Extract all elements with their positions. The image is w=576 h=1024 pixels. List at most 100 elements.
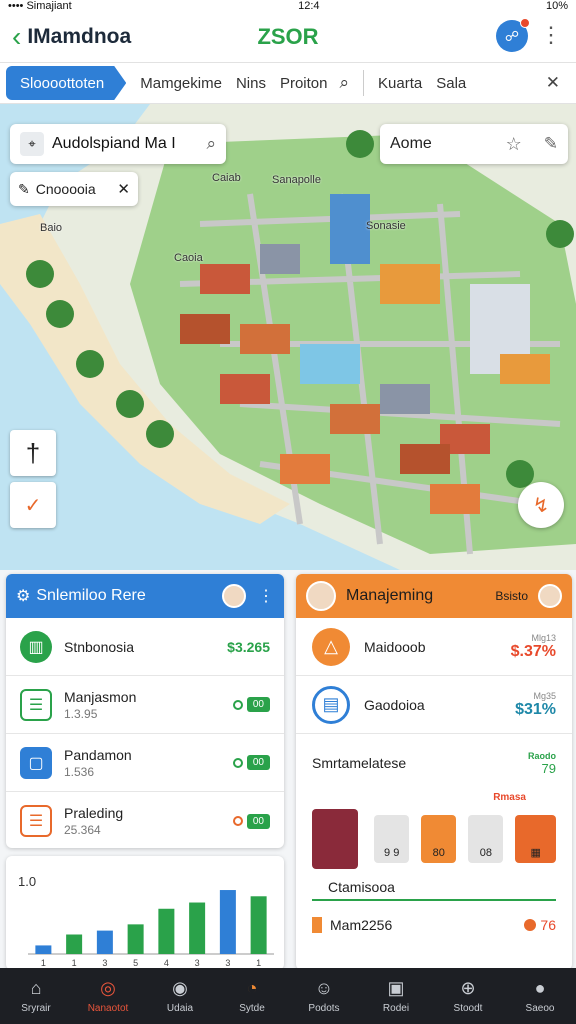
tab-active[interactable]: Sloooottoten — [6, 66, 127, 100]
pie-icon: ◔ — [246, 978, 258, 998]
divider — [363, 70, 365, 96]
document-icon: ▤ — [312, 685, 350, 724]
figure-icon: ☍ — [504, 27, 520, 44]
close-icon[interactable]: ✕ — [546, 73, 560, 93]
place-card[interactable]: Aome ☆ ✎ — [380, 124, 568, 164]
nav-item[interactable]: ◔ Sytde — [216, 968, 288, 1024]
map-search-input[interactable]: ⌖ Audolspiand Ma I ⌕ — [10, 124, 226, 164]
list-item[interactable]: ☰ Manjasmon 1.3.95 00 — [6, 676, 284, 734]
list-item[interactable]: Mam2256 76 — [296, 901, 572, 949]
edit-icon[interactable]: ✎ — [544, 134, 558, 154]
zoom-in-button[interactable]: † — [10, 430, 56, 476]
search-icon[interactable]: ⌕ — [206, 134, 216, 154]
summary-row[interactable]: ▤ Gaodoioa Mg35 $31% — [296, 676, 572, 734]
tiles-label: Rmasa — [493, 792, 526, 803]
qr-icon[interactable]: ▦ — [515, 815, 556, 863]
close-icon[interactable]: ✕ — [117, 180, 130, 198]
summary-row[interactable]: △ Maidooob Mlg13 $.37% — [296, 618, 572, 676]
x-tick-label: 5 — [133, 958, 138, 968]
nav-item[interactable]: ◎ Nanaotot — [72, 968, 144, 1024]
row-small: Mlg13 — [531, 632, 556, 643]
check-icon: ✓ — [24, 494, 42, 517]
map-label: Caiab — [212, 172, 241, 184]
location-pin-icon: ⌖ — [20, 132, 44, 156]
section-num: 79 — [541, 760, 556, 776]
card-header: Manajeming Bsisto — [296, 574, 572, 618]
tab-bar: Sloooottoten Mamgekime Nins Proiton ⌕ Ku… — [0, 62, 576, 104]
list-item[interactable]: ▥ Stnbonosia $3.265 — [6, 618, 284, 676]
compass-icon: ◉ — [172, 978, 188, 998]
directions-button[interactable]: ↯ — [518, 482, 564, 528]
place-name: Aome — [390, 135, 432, 152]
bar-chart: 1.0 1 1 3 5 4 3 3 1 — [18, 874, 274, 968]
chart-bar — [250, 896, 267, 954]
row-title: Maidooob — [364, 638, 426, 655]
row-small: Mg35 — [533, 690, 556, 701]
y-axis-label: 1.0 — [18, 874, 36, 889]
status-bar: •••• Simajiant 12:4 10% — [0, 0, 576, 12]
row-sub: 25.364 — [64, 823, 101, 837]
bottom-label: Ctamisooa — [312, 875, 556, 901]
calendar-icon: ▣ — [387, 978, 405, 998]
list-icon: ☰ — [20, 805, 52, 837]
x-tick-label: 1 — [256, 958, 261, 968]
battery-label: 10% — [545, 0, 568, 12]
filter-icon: ✎ — [18, 180, 30, 197]
chart-bar — [158, 908, 175, 954]
tile[interactable]: 9 9 — [374, 815, 410, 863]
avatar[interactable] — [222, 584, 246, 608]
card-subtitle: Bsisto — [495, 589, 528, 603]
back-arrow-icon[interactable]: ‹ — [12, 23, 21, 51]
row-amount: $3.265 — [227, 638, 270, 655]
section-title: Smrtamelatese — [312, 755, 407, 771]
map-label: Sanapolle — [272, 174, 321, 186]
nav-item[interactable]: ⊕ Stoodt — [432, 968, 504, 1024]
star-icon[interactable]: ☆ — [506, 134, 522, 155]
nav-item[interactable]: ◉ Udaia — [144, 968, 216, 1024]
document-icon: ☰ — [20, 688, 52, 721]
list-item[interactable]: ☰ Praleding 25.364 00 — [6, 792, 284, 848]
x-tick-label: 3 — [102, 958, 107, 968]
nav-item[interactable]: ▣ Rodei — [360, 968, 432, 1024]
status-badge: 00 — [232, 813, 270, 829]
avatar[interactable] — [306, 581, 336, 611]
card-header: ⚙ Snlemiloo Rere ⋮ — [6, 574, 284, 618]
more-icon[interactable]: ⋮ — [258, 586, 274, 606]
plus-icon: † — [25, 437, 41, 468]
tab-item[interactable]: Sala — [436, 75, 466, 92]
nav-item[interactable]: ⌂ Sryrair — [0, 968, 72, 1024]
row-value: 76 — [540, 917, 556, 933]
list-item[interactable]: ▢ Pandamon 1.536 00 — [6, 734, 284, 792]
nav-item[interactable]: ☺ Podots — [288, 968, 360, 1024]
tab-item[interactable]: Kuarta — [378, 75, 422, 92]
search-icon[interactable]: ⌕ — [339, 73, 349, 93]
route-icon: ↯ — [532, 494, 550, 517]
user-icon: ☺ — [314, 978, 334, 998]
map-label: Baio — [40, 222, 63, 234]
chart-bar — [35, 945, 52, 954]
marker-icon — [312, 917, 322, 933]
section-value: Raodo — [528, 750, 556, 761]
row-title: Pandamon — [64, 746, 132, 763]
more-menu-icon[interactable]: ⋮ — [540, 24, 562, 46]
x-tick-label: 3 — [225, 958, 230, 968]
tab-item[interactable]: Mamgekime — [140, 75, 222, 92]
layers-button[interactable]: ✓ — [10, 482, 56, 528]
target-icon: ◎ — [100, 978, 116, 998]
carrier-label: •••• Simajiant — [8, 0, 72, 12]
settings-icon: ⚙ — [16, 588, 31, 605]
avatar[interactable] — [538, 584, 562, 608]
chart-bar — [96, 930, 113, 954]
tile[interactable]: 08 — [468, 815, 504, 863]
nav-item[interactable]: ● Saeoo — [504, 968, 576, 1024]
x-tick-label: 1 — [41, 958, 46, 968]
assistant-button[interactable]: ☍ — [496, 18, 530, 52]
x-tick-label: 3 — [195, 958, 200, 968]
section-header: Smrtamelatese Raodo 79 — [296, 734, 572, 792]
tab-item[interactable]: Nins — [236, 75, 266, 92]
tile[interactable]: 80 — [421, 815, 457, 863]
filter-text: Cnooooia — [35, 181, 96, 197]
tab-item[interactable]: Proiton — [280, 75, 328, 92]
filter-chip[interactable]: ✎ Cnooooia ✕ — [10, 172, 138, 206]
person-photo — [312, 809, 359, 869]
